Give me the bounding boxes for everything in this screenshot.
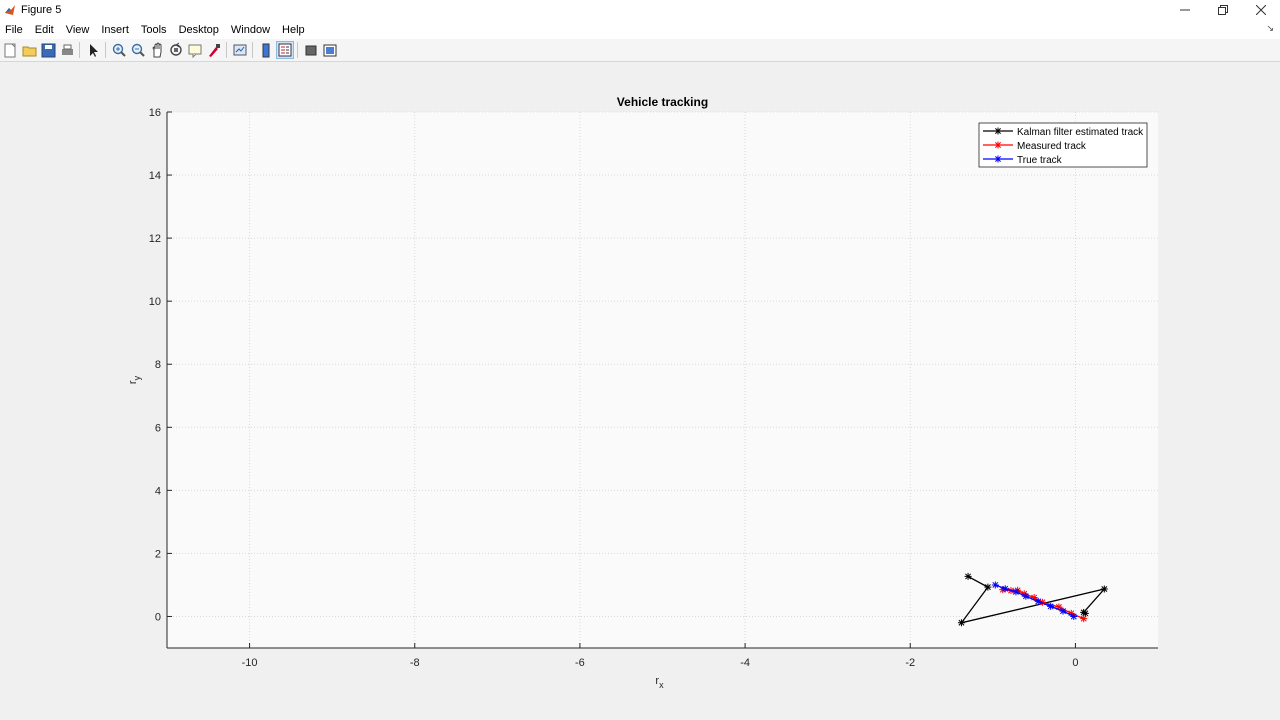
save-icon (41, 43, 56, 58)
menu-tools[interactable]: Tools (135, 24, 173, 36)
figure-area: -10 -8 -6 -4 -2 0 0 2 4 6 8 10 12 14 16 Vehicle trackin… (0, 62, 1280, 720)
zoom-in-icon (112, 43, 126, 57)
kalman-series-point (1100, 585, 1108, 593)
matlab-logo-icon (5, 5, 15, 15)
data-cursor-icon (188, 44, 202, 58)
print-icon (62, 44, 73, 55)
hide-plot-tools-icon (305, 45, 317, 56)
y-tick-label: 14 (149, 170, 161, 182)
x-tick-label: -10 (242, 657, 258, 669)
x-tick-label: -8 (410, 657, 420, 669)
print-button[interactable] (58, 41, 76, 59)
legend-marker-kalman (994, 127, 1002, 135)
legend-button[interactable] (276, 41, 294, 59)
kalman-series-point (984, 583, 992, 591)
y-axis-label: ry (127, 375, 142, 384)
legend-label-measured: Measured track (1017, 141, 1087, 152)
open-file-icon (22, 46, 37, 57)
menu-insert[interactable]: Insert (95, 24, 135, 36)
true-series-point (1001, 585, 1009, 593)
toolbar-separator (297, 42, 298, 58)
menu-view[interactable]: View (60, 24, 96, 36)
data-cursor-button[interactable] (186, 41, 204, 59)
menu-desktop[interactable]: Desktop (173, 24, 225, 36)
y-tick-label: 12 (149, 233, 161, 245)
minimize-button[interactable] (1166, 0, 1204, 20)
close-button[interactable] (1242, 0, 1280, 20)
y-tick-label: 4 (155, 485, 161, 497)
kalman-series-point (1081, 609, 1089, 617)
y-tick-label: 10 (149, 296, 161, 308)
zoom-out-icon (131, 43, 145, 57)
y-tick-label: 0 (155, 611, 161, 623)
plot-area[interactable] (167, 112, 1158, 648)
menu-file[interactable]: File (0, 24, 29, 36)
link-plot-button[interactable] (231, 41, 249, 59)
true-series-point (1070, 612, 1078, 620)
x-tick-label: 0 (1072, 657, 1078, 669)
restore-icon (1218, 5, 1228, 15)
true-series-point (1022, 592, 1030, 600)
legend-marker-measured (994, 141, 1002, 149)
rotate-3d-button[interactable] (167, 41, 185, 59)
pointer-button[interactable] (84, 41, 102, 59)
close-icon (1256, 5, 1266, 15)
pan-button[interactable] (148, 41, 166, 59)
open-file-button[interactable] (20, 41, 38, 59)
rotate-3d-icon (170, 42, 182, 56)
y-tick-label: 16 (149, 107, 161, 119)
legend-marker-true (994, 155, 1002, 163)
legend-label-true: True track (1017, 155, 1063, 166)
y-tick-label: 8 (155, 359, 161, 371)
show-plot-tools-icon (323, 44, 337, 57)
kalman-series-point (964, 572, 972, 580)
colorbar-button[interactable] (257, 41, 275, 59)
true-series-point (991, 581, 999, 589)
menu-edit[interactable]: Edit (29, 24, 60, 36)
x-tick-label: -6 (575, 657, 585, 669)
y-tick-label: 6 (155, 422, 161, 434)
link-plot-icon (233, 44, 247, 56)
save-button[interactable] (39, 41, 57, 59)
menu-bar: File Edit View Insert Tools Desktop Wind… (0, 20, 1280, 39)
restore-button[interactable] (1204, 0, 1242, 20)
zoom-out-button[interactable] (129, 41, 147, 59)
menu-window[interactable]: Window (225, 24, 276, 36)
pointer-icon (90, 44, 98, 57)
x-tick-label: -4 (740, 657, 750, 669)
dock-arrow-icon[interactable]: ↘ (1266, 23, 1274, 34)
true-series-point (1059, 607, 1067, 615)
toolbar (0, 39, 1280, 62)
kalman-series-point (957, 619, 965, 627)
toolbar-separator (79, 42, 80, 58)
zoom-in-button[interactable] (110, 41, 128, 59)
chart-title: Vehicle tracking (617, 95, 708, 109)
measured-series-point (1080, 615, 1088, 623)
title-bar: Figure 5 (0, 0, 1280, 20)
chart[interactable]: -10 -8 -6 -4 -2 0 0 2 4 6 8 10 12 14 16 Vehicle trackin… (0, 62, 1280, 720)
true-series-point (1034, 597, 1042, 605)
menu-help[interactable]: Help (276, 24, 311, 36)
new-figure-button[interactable] (1, 41, 19, 59)
show-plot-tools-button[interactable] (321, 41, 339, 59)
colorbar-icon (262, 43, 270, 58)
brush-button[interactable] (205, 41, 223, 59)
hide-plot-tools-button[interactable] (302, 41, 320, 59)
minimize-icon (1180, 9, 1190, 11)
new-figure-icon (4, 43, 16, 58)
x-tick-label: -2 (905, 657, 915, 669)
true-series-point (1047, 602, 1055, 610)
toolbar-separator (226, 42, 227, 58)
true-series-point (1012, 588, 1020, 596)
pan-icon (152, 42, 162, 58)
x-axis-label: rx (655, 675, 664, 690)
brush-icon (209, 44, 220, 57)
y-tick-label: 2 (155, 548, 161, 560)
toolbar-separator (252, 42, 253, 58)
toolbar-separator (105, 42, 106, 58)
legend-label-kalman: Kalman filter estimated track (1017, 127, 1144, 138)
legend-icon (278, 43, 292, 57)
window-title: Figure 5 (21, 4, 62, 16)
